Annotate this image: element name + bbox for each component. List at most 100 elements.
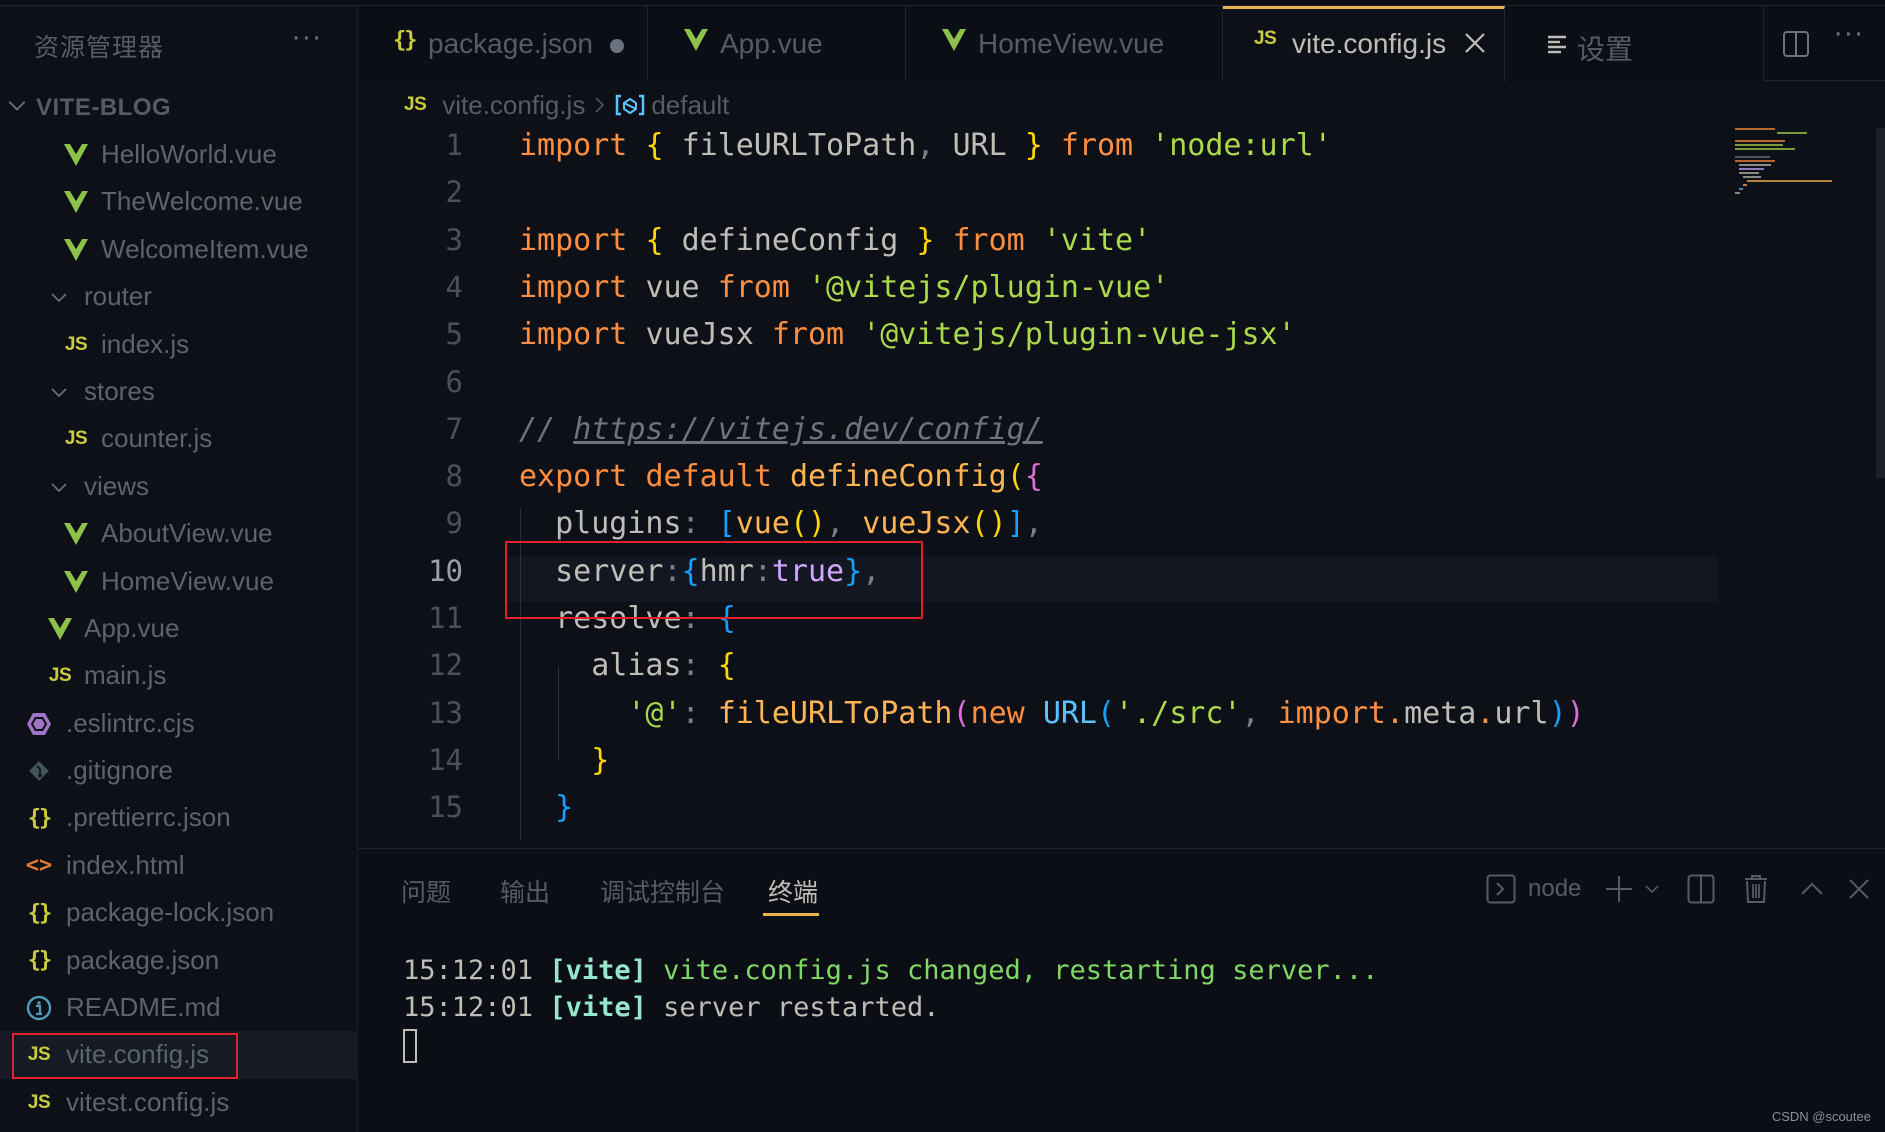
file-item[interactable]: App.vue xyxy=(0,605,358,652)
code-line[interactable]: 4 import vue from '@vitejs/plugin-vue' xyxy=(358,264,1838,312)
editor-tab[interactable]: {} package.json xyxy=(358,6,648,81)
code-token: resolve xyxy=(555,601,682,636)
file-item[interactable]: JS counter.js xyxy=(0,415,358,462)
code-line[interactable]: 9 plugins: [vue(), vueJsx()], xyxy=(358,500,1838,548)
line-number: 2 xyxy=(445,175,463,210)
code-line[interactable]: 3 import { defineConfig } from 'vite' xyxy=(358,217,1838,265)
editor-tab[interactable]: 设置 xyxy=(1505,6,1764,81)
file-item[interactable]: AboutView.vue xyxy=(0,510,358,557)
file-item[interactable]: JS main.js xyxy=(0,652,358,699)
code-line[interactable]: 14 } xyxy=(358,737,1838,785)
watermark: CSDN @scoutee xyxy=(1771,1109,1871,1124)
new-terminal-button[interactable] xyxy=(1602,873,1636,905)
panel-tab-debug-console[interactable]: 调试控制台 xyxy=(600,873,725,909)
terminal-dropdown-button[interactable] xyxy=(1640,873,1664,905)
tab-label: HomeView.vue xyxy=(978,28,1165,59)
file-label: main.js xyxy=(84,660,167,691)
code-line[interactable]: 8 export default defineConfig({ xyxy=(358,453,1838,501)
unsaved-dot-icon[interactable] xyxy=(610,39,624,53)
split-editor-icon[interactable] xyxy=(1782,30,1810,58)
file-item[interactable]: <> index.html xyxy=(0,842,358,889)
file-item[interactable]: {} package-lock.json xyxy=(0,889,358,936)
folder-item[interactable]: stores xyxy=(0,368,358,415)
code-text: import { fileURLToPath, URL } from 'node… xyxy=(519,128,1332,163)
code-editor[interactable]: 1 import { fileURLToPath, URL } from 'nod… xyxy=(358,128,1885,848)
json-icon: {} xyxy=(27,805,53,831)
folder-item[interactable]: router xyxy=(0,273,358,320)
line-number: 1 xyxy=(445,128,463,162)
editor-tab[interactable]: HomeView.vue xyxy=(906,6,1223,81)
code-text: } xyxy=(591,742,610,778)
code-line[interactable]: 10 server:{hmr:true}, xyxy=(358,548,1838,596)
code-line[interactable]: 5 import vueJsx from '@vitejs/plugin-vue-… xyxy=(358,311,1838,359)
minimap-line xyxy=(1747,180,1832,182)
file-item[interactable]: JS index.js xyxy=(0,321,358,368)
code-line[interactable]: 15 } xyxy=(358,784,1838,832)
code-line[interactable]: 13 '@': fileURLToPath(new URL('./src', i… xyxy=(358,690,1838,738)
code-token: from xyxy=(717,269,790,305)
code-token: vueJsx xyxy=(862,506,971,542)
ellipsis-icon[interactable]: ··· xyxy=(1834,20,1865,50)
explorer-sidebar: 资源管理器 ··· VITE-BLOG HelloWorld.vue TheWel… xyxy=(0,6,358,1132)
minimap-line xyxy=(1739,168,1764,170)
file-item[interactable]: JS vite.config.js xyxy=(0,1031,358,1080)
file-label: package.json xyxy=(66,944,220,975)
editor-tab-bar: {} package.json App.vue HomeView.vue JS vite.… xyxy=(358,6,1885,82)
code-token: meta xyxy=(1404,695,1477,731)
code-line[interactable]: 2 xyxy=(358,169,1838,217)
breadcrumb-symbol[interactable]: default xyxy=(651,90,729,121)
code-text: '@': fileURLToPath(new URL('./src', impo… xyxy=(627,695,1585,731)
git-icon xyxy=(25,758,53,784)
line-number: 9 xyxy=(445,506,463,541)
editor-scrollbar[interactable] xyxy=(1876,128,1885,478)
terminal-prompt[interactable] xyxy=(403,1029,1378,1066)
file-item[interactable]: {} .prettierrc.json xyxy=(0,794,358,841)
editor-tab[interactable]: App.vue xyxy=(648,6,906,81)
panel-tab-terminal[interactable]: 终端 xyxy=(768,873,818,909)
terminal-output[interactable]: 15:12:01 [vite] vite.config.js changed, … xyxy=(403,955,1378,1066)
file-label: App.vue xyxy=(84,612,180,643)
panel-tab-problems[interactable]: 问题 xyxy=(401,873,451,909)
comment-link[interactable]: https://vitejs.dev/config/ xyxy=(573,412,1043,447)
code-line[interactable]: 6 xyxy=(358,359,1838,407)
line-number: 10 xyxy=(428,553,463,588)
file-item[interactable]: WelcomeItem.vue xyxy=(0,226,358,273)
code-line[interactable]: 11 resolve: { xyxy=(358,595,1838,643)
file-item[interactable]: README.md xyxy=(0,984,358,1031)
editor-tab[interactable]: JS vite.config.js xyxy=(1223,6,1505,82)
js-icon: JS xyxy=(64,333,88,355)
panel-tab-output[interactable]: 输出 xyxy=(500,873,550,909)
close-panel-button[interactable] xyxy=(1846,873,1872,905)
file-item[interactable]: HomeView.vue xyxy=(0,558,358,605)
close-icon[interactable] xyxy=(1463,31,1487,55)
vue-icon xyxy=(62,569,90,595)
code-text: } xyxy=(555,790,574,826)
minimap[interactable] xyxy=(1735,128,1865,208)
code-line[interactable]: 1 import { fileURLToPath, URL } from 'nod… xyxy=(358,128,1838,170)
split-terminal-button[interactable] xyxy=(1686,873,1716,905)
code-token: import xyxy=(519,128,628,163)
file-item[interactable]: {} package.json xyxy=(0,937,358,984)
kill-terminal-button[interactable] xyxy=(1742,873,1770,905)
breadcrumb-file[interactable]: vite.config.js xyxy=(442,90,585,121)
file-item[interactable]: HelloWorld.vue xyxy=(0,131,358,178)
code-line[interactable]: 12 alias: { xyxy=(358,642,1838,690)
file-item[interactable]: .eslintrc.cjs xyxy=(0,700,358,747)
code-text: alias: { xyxy=(591,648,736,684)
project-root[interactable]: VITE-BLOG xyxy=(0,86,358,128)
info-icon xyxy=(25,995,53,1021)
ellipsis-icon[interactable]: ··· xyxy=(292,24,323,54)
file-item[interactable]: .gitignore xyxy=(0,747,358,794)
folder-item[interactable]: views xyxy=(0,463,358,510)
maximize-panel-button[interactable] xyxy=(1798,873,1826,905)
file-label: vite.config.js xyxy=(66,1039,210,1070)
code-line[interactable]: 7 // https://vitejs.dev/config/ xyxy=(358,406,1838,454)
close-icon xyxy=(1849,879,1869,899)
file-label: AboutView.vue xyxy=(101,518,273,549)
file-label: stores xyxy=(84,375,155,406)
file-item[interactable]: JS vitest.config.js xyxy=(0,1079,358,1126)
vue-icon xyxy=(46,616,74,642)
minimap-line xyxy=(1777,132,1807,134)
file-item[interactable]: TheWelcome.vue xyxy=(0,178,358,225)
code-text: import { defineConfig } from 'vite' xyxy=(519,222,1152,258)
